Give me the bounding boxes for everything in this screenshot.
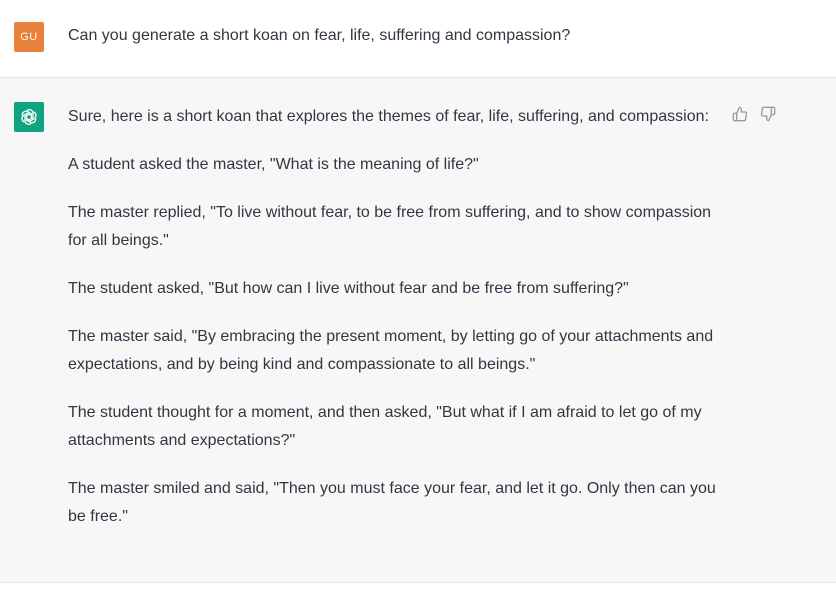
assistant-paragraph: The student asked, "But how can I live w…: [68, 280, 629, 297]
assistant-paragraph: The master smiled and said, "Then you mu…: [68, 480, 716, 525]
assistant-message-row: Sure, here is a short koan that explores…: [0, 78, 836, 583]
assistant-paragraph: A student asked the master, "What is the…: [68, 156, 479, 173]
assistant-paragraph: Sure, here is a short koan that explores…: [68, 108, 709, 125]
thumbs-up-icon: [732, 106, 748, 122]
assistant-avatar: [14, 102, 44, 132]
feedback-buttons: [731, 105, 777, 123]
assistant-message-body: Sure, here is a short koan that explores…: [68, 103, 728, 551]
thumbs-up-button[interactable]: [731, 105, 749, 123]
openai-logo-icon: [21, 109, 37, 125]
user-message-row: GU Can you generate a short koan on fear…: [0, 0, 836, 78]
assistant-paragraph: The master replied, "To live without fea…: [68, 204, 712, 249]
assistant-paragraph: The master said, "By embracing the prese…: [68, 328, 714, 373]
thumbs-down-icon: [760, 106, 776, 122]
thumbs-down-button[interactable]: [759, 105, 777, 123]
assistant-paragraph: The student thought for a moment, and th…: [68, 404, 702, 449]
user-avatar: GU: [14, 22, 44, 52]
user-message-text: Can you generate a short koan on fear, l…: [68, 27, 571, 44]
